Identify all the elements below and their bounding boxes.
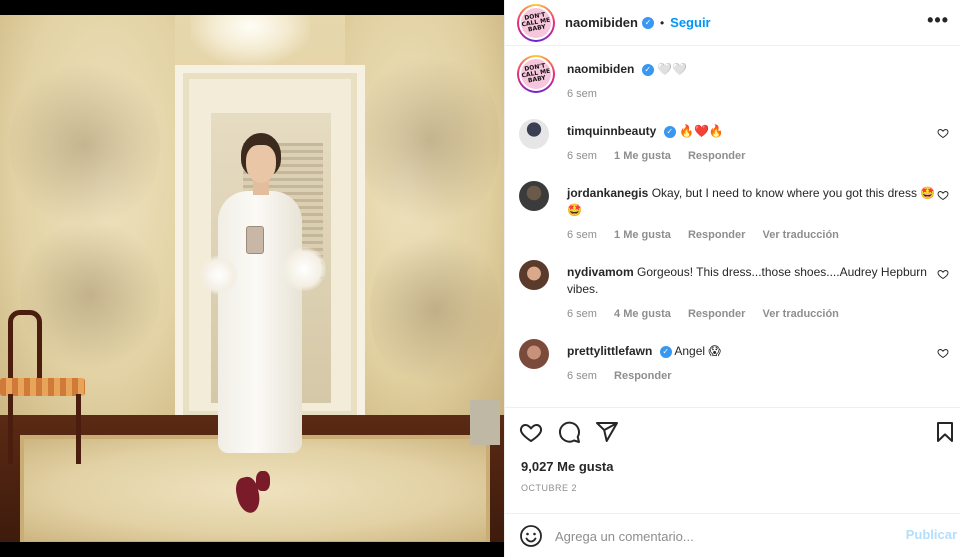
wallpaper-pattern [370,225,500,395]
author-username[interactable]: naomibiden [565,15,638,30]
paper-plane-icon[interactable] [595,420,619,444]
wallpaper-pattern [10,55,160,235]
header-identity: naomibiden ✓ • Seguir [565,15,711,30]
shoe-right [256,471,270,491]
wallpaper-pattern [360,45,500,235]
see-translation-button[interactable]: Ver traducción [762,229,838,241]
reply-button[interactable]: Responder [688,308,745,320]
verified-badge-icon: ✓ [641,63,654,76]
post-date: OCTUBRE 2 [521,483,578,493]
comments-list[interactable]: DON'T CALL ME BABY naomibiden ✓ 🤍🤍 6 sem t… [505,47,960,405]
feather-cuff-right [282,247,326,291]
comment-username[interactable]: timquinnbeauty [567,124,656,138]
smiley-icon[interactable] [519,524,543,548]
comment-meta: 6 sem 1 Me gusta Responder [567,148,937,165]
instagram-post: DON'T CALL ME BABY naomibiden ✓ • Seguir •… [0,0,960,557]
post-media[interactable] [0,0,504,557]
comment-time[interactable]: 6 sem [567,229,597,241]
comment-meta: 6 sem 1 Me gusta Responder Ver traducció… [567,227,937,244]
more-dots-icon[interactable]: ••• [927,10,949,31]
caption-avatar[interactable]: DON'T CALL ME BABY [517,55,555,93]
heart-icon[interactable] [937,189,949,201]
avatar-logo: DON'T CALL ME BABY [518,5,554,40]
comment-input[interactable] [555,526,895,546]
separator-dot: • [659,15,665,30]
caption-time[interactable]: 6 sem [567,88,597,100]
publish-button[interactable]: Publicar [906,527,957,542]
commenter-avatar[interactable] [519,339,549,369]
verified-badge-icon: ✓ [663,125,676,138]
comment-bubble-icon[interactable] [557,420,581,444]
face [246,145,276,183]
comment-likes[interactable]: 1 Me gusta [614,229,671,241]
reply-button[interactable]: Responder [688,229,745,241]
planter [470,400,500,445]
likes-count[interactable]: 9,027 Me gusta [521,459,614,474]
author-avatar[interactable]: DON'T CALL ME BABY [517,3,555,42]
chandelier [190,15,310,65]
comment-time[interactable]: 6 sem [567,370,597,382]
reply-button[interactable]: Responder [688,150,745,162]
verified-badge-icon: ✓ [659,345,672,358]
comment-username[interactable]: jordankanegis [567,186,648,200]
see-translation-button[interactable]: Ver traducción [762,308,838,320]
chair [0,310,90,470]
caption-meta: 6 sem [567,86,937,103]
heart-icon[interactable] [937,127,949,139]
verified-badge-icon: ✓ [641,16,654,29]
bookmark-icon[interactable] [933,420,957,444]
heart-icon[interactable] [937,347,949,359]
post-actions [505,407,960,453]
heart-icon[interactable] [937,268,949,280]
comment-text: 🔥❤️🔥 [679,124,724,138]
comment-time[interactable]: 6 sem [567,150,597,162]
comment-meta: 6 sem 4 Me gusta Responder Ver traducció… [567,306,937,323]
comment-username[interactable]: prettylittlefawn [567,344,652,358]
comment-likes[interactable]: 1 Me gusta [614,150,671,162]
comment-text: Angel 😱 [674,344,721,358]
commenter-avatar[interactable] [519,181,549,211]
feather-cuff-left [200,255,238,295]
commenter-avatar[interactable] [519,119,549,149]
reply-button[interactable]: Responder [614,370,671,382]
comment-composer: Publicar [505,513,960,557]
comment-username[interactable]: nydivamom [567,265,634,279]
post-photo [0,15,504,542]
post-header: DON'T CALL ME BABY naomibiden ✓ • Seguir •… [505,0,960,46]
caption-text: 🤍🤍 [657,62,687,76]
heart-icon[interactable] [519,420,543,444]
caption-username[interactable]: naomibiden [567,62,634,76]
smartphone [246,226,264,254]
comment-time[interactable]: 6 sem [567,308,597,320]
comment-meta: 6 sem Responder [567,368,937,385]
post-side-panel: DON'T CALL ME BABY naomibiden ✓ • Seguir •… [504,0,960,557]
follow-button[interactable]: Seguir [670,15,710,30]
avatar-logo: DON'T CALL ME BABY [518,56,554,92]
commenter-avatar[interactable] [519,260,549,290]
comment-likes[interactable]: 4 Me gusta [614,308,671,320]
